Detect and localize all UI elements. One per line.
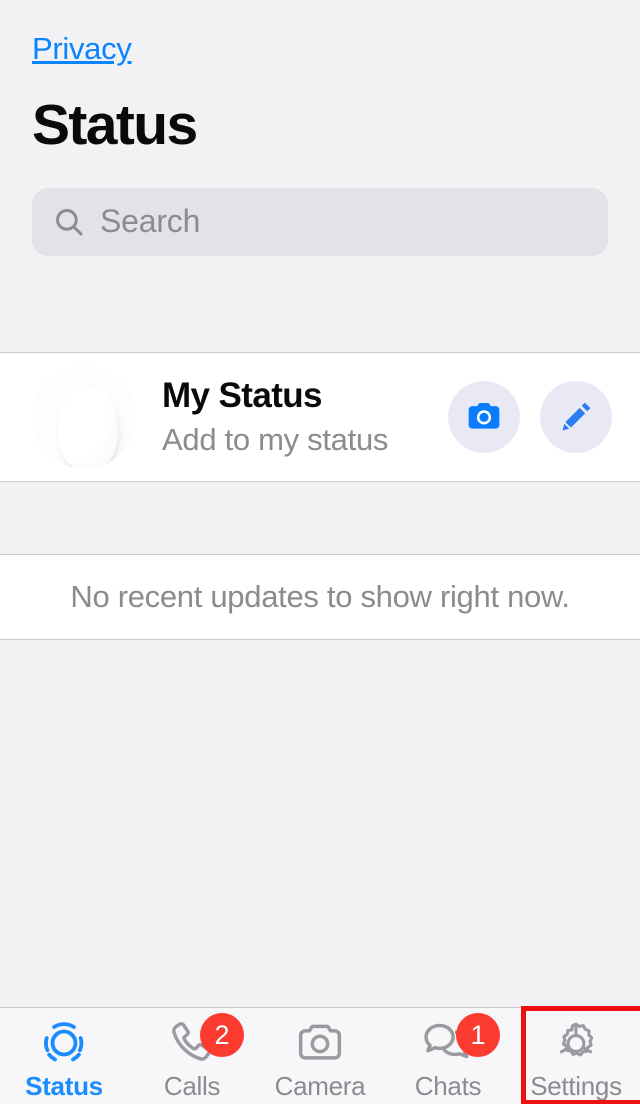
tab-label-camera: Camera — [274, 1071, 366, 1101]
status-screen: Privacy Status Search My Status Add to m… — [0, 0, 640, 1104]
section-spacer — [0, 481, 640, 554]
phone-icon: 2 — [166, 1013, 244, 1069]
tab-label-settings: Settings — [530, 1071, 622, 1101]
status-actions — [448, 380, 612, 453]
camera-button[interactable] — [448, 380, 520, 453]
pencil-icon — [557, 398, 595, 436]
tab-camera[interactable]: Camera — [256, 1008, 384, 1104]
my-status-row[interactable]: My Status Add to my status — [0, 353, 640, 481]
content-filler — [0, 639, 640, 1007]
tab-label-status: Status — [25, 1071, 103, 1101]
camera-icon — [464, 397, 504, 437]
tab-label-chats: Chats — [414, 1071, 482, 1101]
header-spacer — [0, 255, 640, 352]
gear-icon — [549, 1017, 603, 1069]
tab-calls[interactable]: 2 Calls — [128, 1008, 256, 1104]
my-status-section: My Status Add to my status — [0, 351, 640, 482]
avatar[interactable] — [32, 364, 136, 469]
my-status-text: My Status Add to my status — [162, 376, 448, 458]
my-status-title: My Status — [162, 375, 323, 415]
edit-status-button[interactable] — [540, 380, 612, 453]
tab-bar: Status 2 Calls Camera 1 Chats Settings — [0, 1006, 640, 1104]
tab-status[interactable]: Status — [0, 1008, 128, 1104]
page-title: Status — [32, 93, 198, 158]
search-placeholder: Search — [100, 203, 201, 240]
tab-label-calls: Calls — [163, 1071, 221, 1101]
recent-updates-section: No recent updates to show right now. — [0, 553, 640, 640]
tab-settings[interactable]: Settings — [512, 1008, 640, 1104]
search-icon — [52, 205, 86, 239]
search-input[interactable]: Search — [32, 187, 608, 256]
status-rings-icon — [37, 1017, 91, 1069]
badge-calls: 2 — [200, 1013, 244, 1057]
empty-state-message: No recent updates to show right now. — [70, 578, 570, 614]
tab-chats[interactable]: 1 Chats — [384, 1008, 512, 1104]
back-link-privacy[interactable]: Privacy — [32, 31, 132, 66]
camera-icon — [293, 1017, 347, 1069]
chat-bubbles-icon: 1 — [420, 1013, 500, 1069]
header: Privacy Status Search — [0, 0, 640, 256]
my-status-subtitle: Add to my status — [162, 422, 389, 458]
badge-chats: 1 — [456, 1013, 500, 1057]
